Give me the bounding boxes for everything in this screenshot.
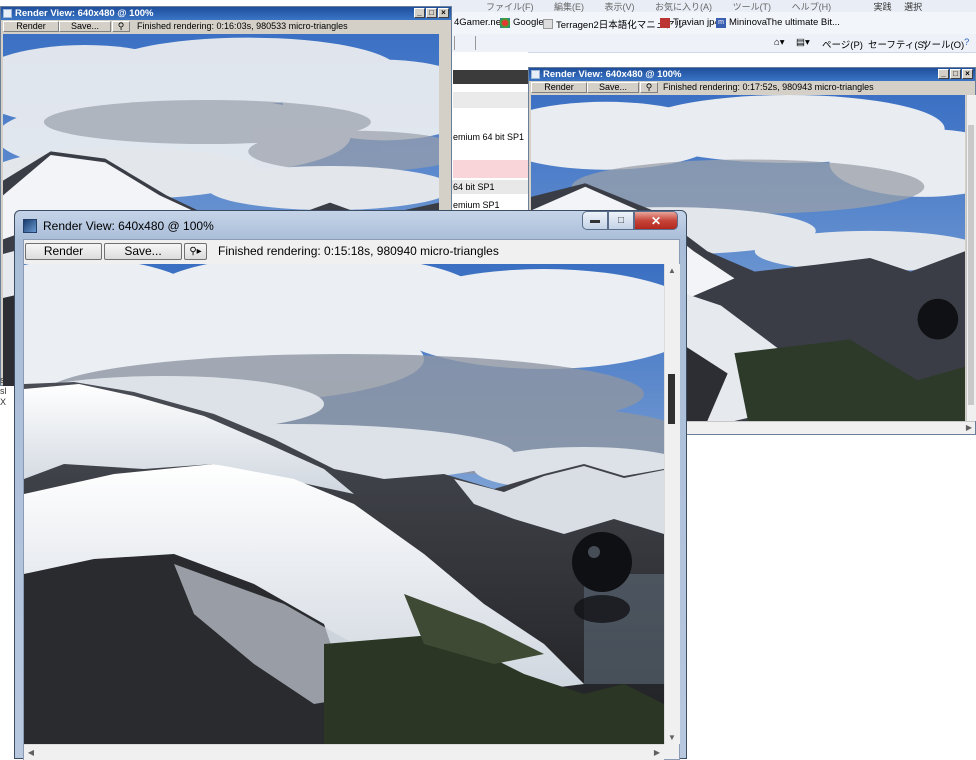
- browser-side-panel: emium 64 bit SP1 64 bit SP1 emium SP1: [440, 52, 528, 212]
- page-menu[interactable]: ページ(P): [822, 37, 863, 51]
- close-icon[interactable]: ✕: [634, 211, 678, 230]
- terragen-icon: [23, 219, 37, 233]
- render-toolbar: Render Save... ⚲ Finished rendering: 0:1…: [1, 20, 451, 33]
- page-icon: [543, 19, 553, 29]
- panel-highlight: [453, 160, 528, 178]
- browser-menubar: ファイル(F) 編集(E) 表示(V) お気に入り(A) ツール(T) ヘルプ(…: [440, 0, 976, 12]
- panel-dark-bar: [453, 70, 528, 84]
- minimize-icon[interactable]: _: [414, 8, 425, 18]
- render-status: Finished rendering: 0:15:18s, 980940 mic…: [218, 244, 499, 258]
- scroll-thumb[interactable]: [968, 125, 974, 405]
- panel-stripe: [453, 92, 528, 108]
- scroll-left-arrow[interactable]: ◀: [25, 748, 37, 757]
- fragment-text: s: [0, 375, 5, 385]
- menu-view[interactable]: 表示(V): [605, 0, 635, 12]
- render-button[interactable]: Render: [25, 243, 102, 260]
- fav-label: 4Gamer.net: [454, 17, 504, 28]
- title-bar: Render View: 640x480 @ 100% _ □ ×: [529, 68, 975, 81]
- fav-label: Google: [513, 17, 544, 28]
- menu-practice[interactable]: 実践: [874, 0, 892, 12]
- print-icon[interactable]: ▤▾: [796, 37, 810, 48]
- window-title: Render View: 640x480 @ 100%: [543, 69, 682, 80]
- scroll-down-arrow[interactable]: ▼: [666, 733, 678, 742]
- fragment-text: sl: [0, 386, 7, 396]
- vertical-scrollbar[interactable]: [966, 95, 976, 421]
- scroll-right-arrow[interactable]: ▶: [963, 423, 975, 432]
- render-view-window-front: Render View: 640x480 @ 100% ▬ □ ✕ Render…: [14, 210, 687, 760]
- scroll-thumb[interactable]: [668, 374, 675, 424]
- fav-4gamer[interactable]: 4Gamer.net: [454, 17, 504, 28]
- fragment-text: X: [0, 397, 7, 407]
- vertical-scrollbar[interactable]: ▲ ▼: [664, 264, 680, 744]
- maximize-icon[interactable]: □: [950, 69, 961, 79]
- scroll-right-arrow[interactable]: ▶: [651, 748, 663, 757]
- close-icon[interactable]: ×: [962, 69, 973, 79]
- caption-buttons: ▬ □ ✕: [582, 211, 678, 231]
- magnifier-icon[interactable]: ⚲: [640, 82, 658, 93]
- terragen-icon: [531, 70, 540, 79]
- scroll-up-arrow[interactable]: ▲: [666, 266, 678, 275]
- fav-ultimate-bit[interactable]: The ultimate Bit...: [766, 17, 840, 28]
- minimize-icon[interactable]: ▬: [582, 211, 608, 230]
- fav-travian[interactable]: Travian jp4: [660, 17, 720, 28]
- render-status: Finished rendering: 0:17:52s, 980943 mic…: [663, 82, 874, 92]
- render-toolbar: Render Save... ⚲▸ Finished rendering: 0:…: [24, 240, 679, 264]
- render-toolbar: Render Save... ⚲ Finished rendering: 0:1…: [529, 81, 975, 94]
- panel-item[interactable]: emium 64 bit SP1: [440, 130, 528, 144]
- render-status: Finished rendering: 0:16:03s, 980533 mic…: [137, 21, 348, 31]
- tab-separator: [454, 36, 476, 50]
- mountain-render: [24, 264, 664, 744]
- fav-mininova[interactable]: m Mininova: [716, 17, 767, 28]
- terragen-icon: [3, 9, 12, 18]
- save-button[interactable]: Save...: [59, 21, 111, 32]
- window-title: Render View: 640x480 @ 100%: [15, 8, 154, 19]
- help-icon[interactable]: ?: [964, 37, 969, 48]
- menu-favorites[interactable]: お気に入り(A): [655, 0, 712, 12]
- fav-google[interactable]: Google: [500, 17, 544, 28]
- title-bar: Render View: 640x480 @ 100% _ □ ×: [1, 7, 451, 20]
- fav-label: Travian jp4: [673, 17, 720, 28]
- fav-label: Mininova: [729, 17, 768, 28]
- google-icon: [500, 17, 510, 28]
- window-title: Render View: 640x480 @ 100%: [43, 219, 214, 233]
- save-button[interactable]: Save...: [104, 243, 182, 260]
- render-button[interactable]: Render: [3, 21, 59, 32]
- travian-icon: [660, 17, 670, 28]
- minimize-icon[interactable]: _: [938, 69, 949, 79]
- render-view-client: Render Save... ⚲▸ Finished rendering: 0:…: [23, 239, 680, 760]
- render-image: [24, 264, 664, 744]
- panel-item[interactable]: 64 bit SP1: [440, 180, 528, 194]
- favorites-bar: 4Gamer.net Google Terragen2日本語化マニュアル Tra…: [440, 12, 976, 35]
- menu-file[interactable]: ファイル(F): [486, 0, 534, 12]
- close-icon[interactable]: ×: [438, 8, 449, 18]
- fav-label: The ultimate Bit...: [766, 17, 840, 28]
- render-button[interactable]: Render: [531, 82, 587, 93]
- home-icon[interactable]: ⌂▾: [774, 37, 785, 48]
- command-bar: ⌂▾ ▤▾ ページ(P) セーフティ(S) ツール(O) ?: [440, 34, 976, 53]
- tools-menu[interactable]: ツール(O): [922, 37, 964, 51]
- maximize-icon[interactable]: □: [426, 8, 437, 18]
- left-edge-fragment: s sl X: [0, 375, 10, 408]
- menu-help[interactable]: ヘルプ(H): [792, 0, 832, 12]
- maximize-icon[interactable]: □: [608, 211, 634, 230]
- magnifier-icon[interactable]: ⚲: [112, 21, 130, 32]
- horizontal-scrollbar[interactable]: ◀ ▶: [24, 744, 664, 760]
- menu-tools[interactable]: ツール(T): [733, 0, 772, 12]
- mininova-icon: m: [716, 17, 726, 28]
- magnifier-icon[interactable]: ⚲▸: [184, 243, 207, 260]
- safety-menu[interactable]: セーフティ(S): [868, 37, 927, 51]
- save-button[interactable]: Save...: [587, 82, 639, 93]
- menu-select[interactable]: 選択: [904, 0, 922, 12]
- menu-edit[interactable]: 編集(E): [554, 0, 584, 12]
